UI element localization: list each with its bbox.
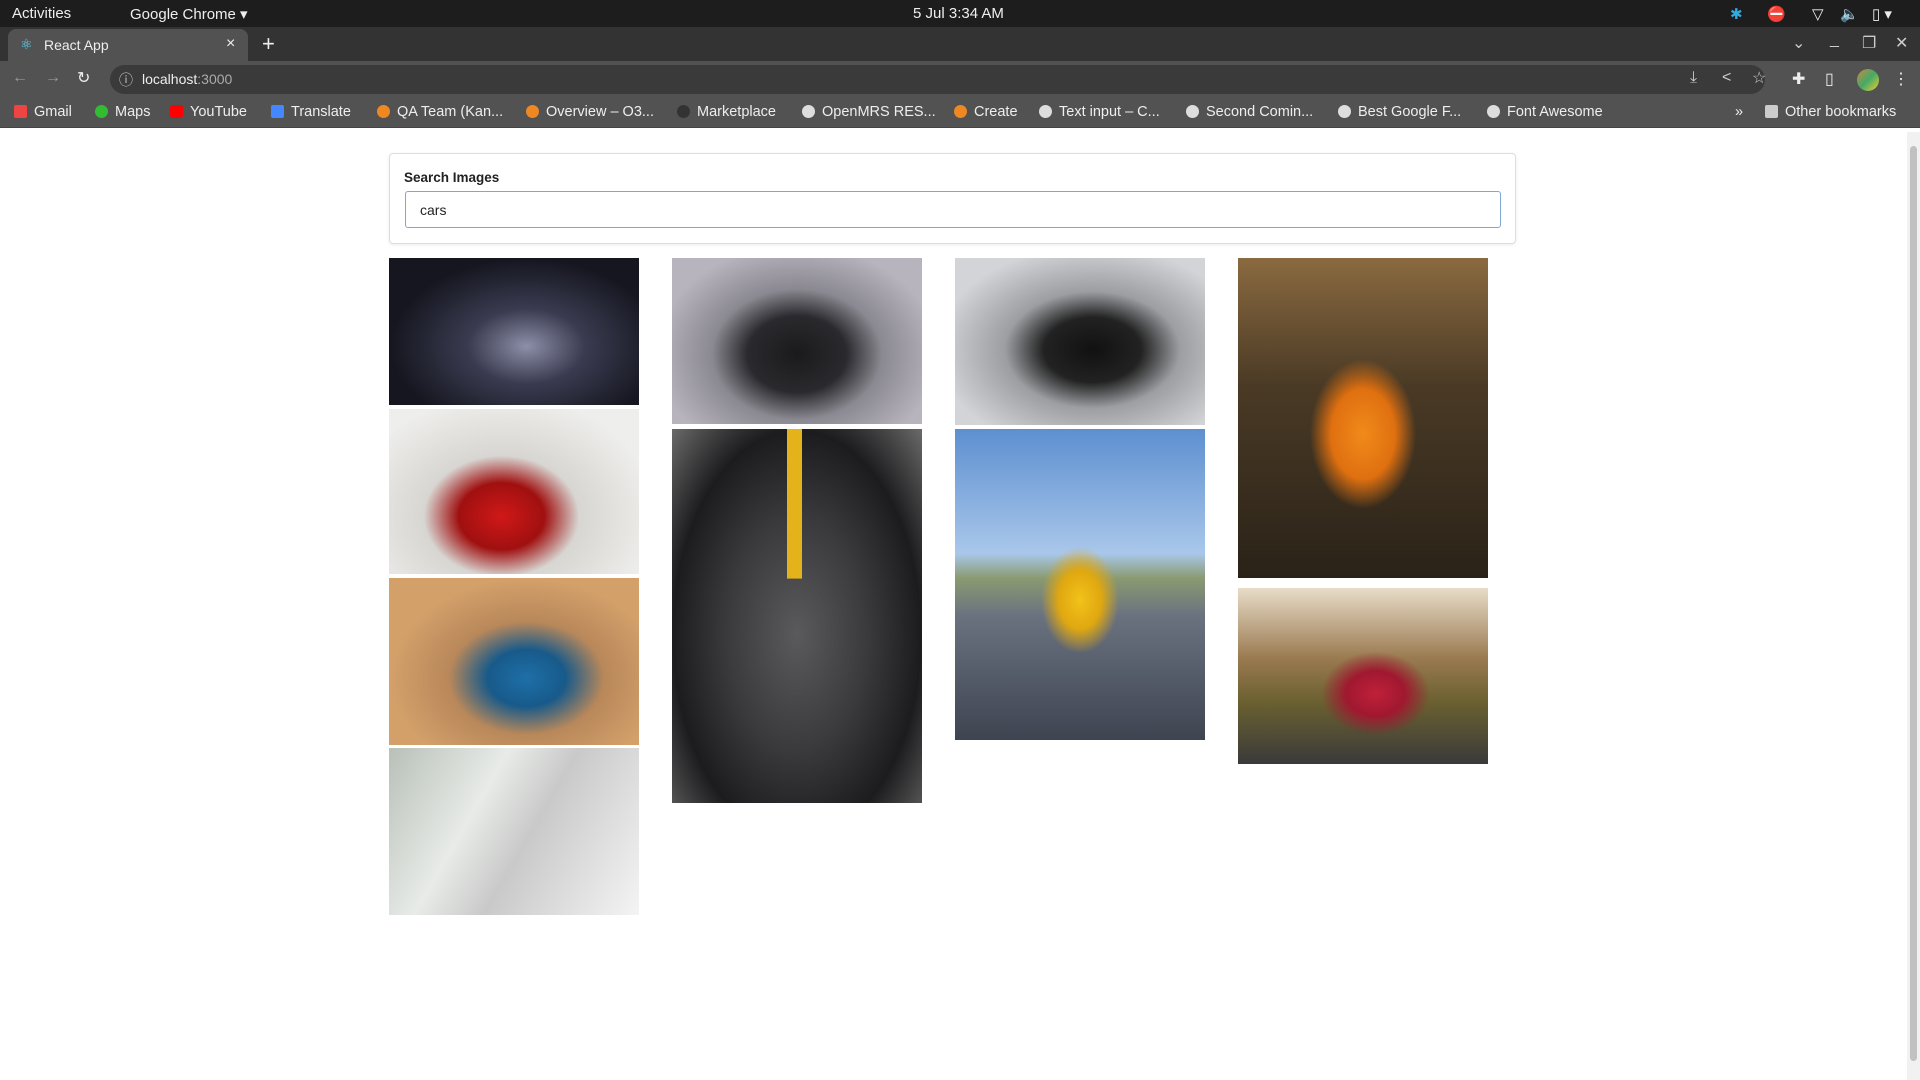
car-image[interactable] [389,258,639,405]
close-tab-icon[interactable]: × [226,35,235,53]
car-image[interactable] [389,409,639,574]
site-info-icon[interactable]: ⓘ [119,70,133,90]
install-icon[interactable]: ⤓ [1690,69,1697,87]
page-scrollbar[interactable] [1907,132,1920,1080]
profile-avatar[interactable] [1857,69,1879,91]
github-icon [677,105,690,118]
bookmarks-bar: Gmail Maps YouTube Translate QA Team (Ka… [0,98,1920,128]
search-label: Search Images [404,170,500,185]
menu-icon[interactable]: ⋮ [1893,69,1909,89]
gmail-icon [14,105,27,118]
youtube-icon [170,105,183,118]
bookmark-font-awesome[interactable]: Font Awesome [1487,104,1603,120]
close-window-icon[interactable]: ✕ [1895,33,1908,53]
car-image[interactable] [389,748,639,915]
search-card: Search Images [389,153,1516,244]
tab-search-icon[interactable]: ⌄ [1792,33,1805,53]
bookmark-best-google-fonts[interactable]: Best Google F... [1338,104,1461,120]
bookmark-maps[interactable]: Maps [95,104,150,120]
browser-toolbar: ← → ↻ ⓘ localhost:3000 ⤓ < ☆ ✚ ▯ ⋮ [0,61,1920,98]
do-not-disturb-icon[interactable]: ⛔ [1767,5,1786,23]
folder-icon [1765,105,1778,118]
jira-icon [954,105,967,118]
restore-icon[interactable]: ❐ [1862,33,1876,53]
scrollbar-thumb[interactable] [1910,146,1917,1061]
tab-strip: ⚛ React App × + ⌄ _ ❐ ✕ [0,27,1920,61]
url-host: localhost [142,71,198,87]
react-favicon-icon: ⚛ [20,36,33,52]
forward-icon[interactable]: → [45,69,61,87]
car-image[interactable] [389,578,639,745]
back-icon[interactable]: ← [12,69,28,87]
bookmark-text-input[interactable]: Text input – C... [1039,104,1160,120]
car-image[interactable] [672,429,922,803]
other-bookmarks[interactable]: Other bookmarks [1765,104,1896,120]
more-bookmarks-button[interactable]: » [1735,104,1743,120]
battery-icon[interactable]: ▯ ▾ [1872,5,1892,23]
car-image[interactable] [1238,588,1488,764]
url-port: :3000 [197,71,233,87]
bookmark-overview[interactable]: Overview – O3... [526,104,654,120]
reload-icon[interactable]: ↻ [77,68,90,88]
bookmark-create[interactable]: Create [954,104,1018,120]
bookmark-second-coming[interactable]: Second Comin... [1186,104,1313,120]
car-image[interactable] [672,258,922,424]
wifi-icon[interactable]: ▽ [1812,5,1824,23]
slack-icon[interactable]: ✱ [1730,5,1743,23]
bookmark-star-icon[interactable]: ☆ [1752,68,1766,88]
globe-icon [1186,105,1199,118]
translate-icon [271,105,284,118]
share-icon[interactable]: < [1722,69,1731,87]
tab-title: React App [44,37,109,53]
bookmark-openmrs[interactable]: OpenMRS RES... [802,104,936,120]
clock[interactable]: 5 Jul 3:34 AM [913,5,1004,22]
globe-icon [1039,105,1052,118]
system-top-bar: Activities Google Chrome ▾ 5 Jul 3:34 AM… [0,0,1920,27]
activities-button[interactable]: Activities [12,5,71,22]
search-input[interactable] [405,191,1501,228]
extensions-icon[interactable]: ✚ [1792,69,1805,89]
jira-icon [526,105,539,118]
bookmark-translate[interactable]: Translate [271,104,351,120]
bookmark-qa-team[interactable]: QA Team (Kan... [377,104,503,120]
jira-icon [377,105,390,118]
new-tab-button[interactable]: + [262,31,275,57]
globe-icon [1338,105,1351,118]
globe-icon [802,105,815,118]
car-image[interactable] [955,429,1205,740]
bookmark-gmail[interactable]: Gmail [14,104,72,120]
maps-icon [95,105,108,118]
car-image[interactable] [955,258,1205,425]
side-panel-icon[interactable]: ▯ [1825,69,1834,89]
app-menu[interactable]: Google Chrome ▾ [130,5,248,23]
car-image[interactable] [1238,258,1488,578]
tab-react-app[interactable]: ⚛ React App × [8,29,248,61]
minimize-icon[interactable]: _ [1830,31,1839,49]
bookmark-youtube[interactable]: YouTube [170,104,247,120]
globe-icon [1487,105,1500,118]
bookmark-marketplace[interactable]: Marketplace [677,104,776,120]
address-bar[interactable]: ⓘ localhost:3000 ⤓ < ☆ [110,65,1766,94]
volume-icon[interactable]: 🔈 [1840,5,1859,23]
